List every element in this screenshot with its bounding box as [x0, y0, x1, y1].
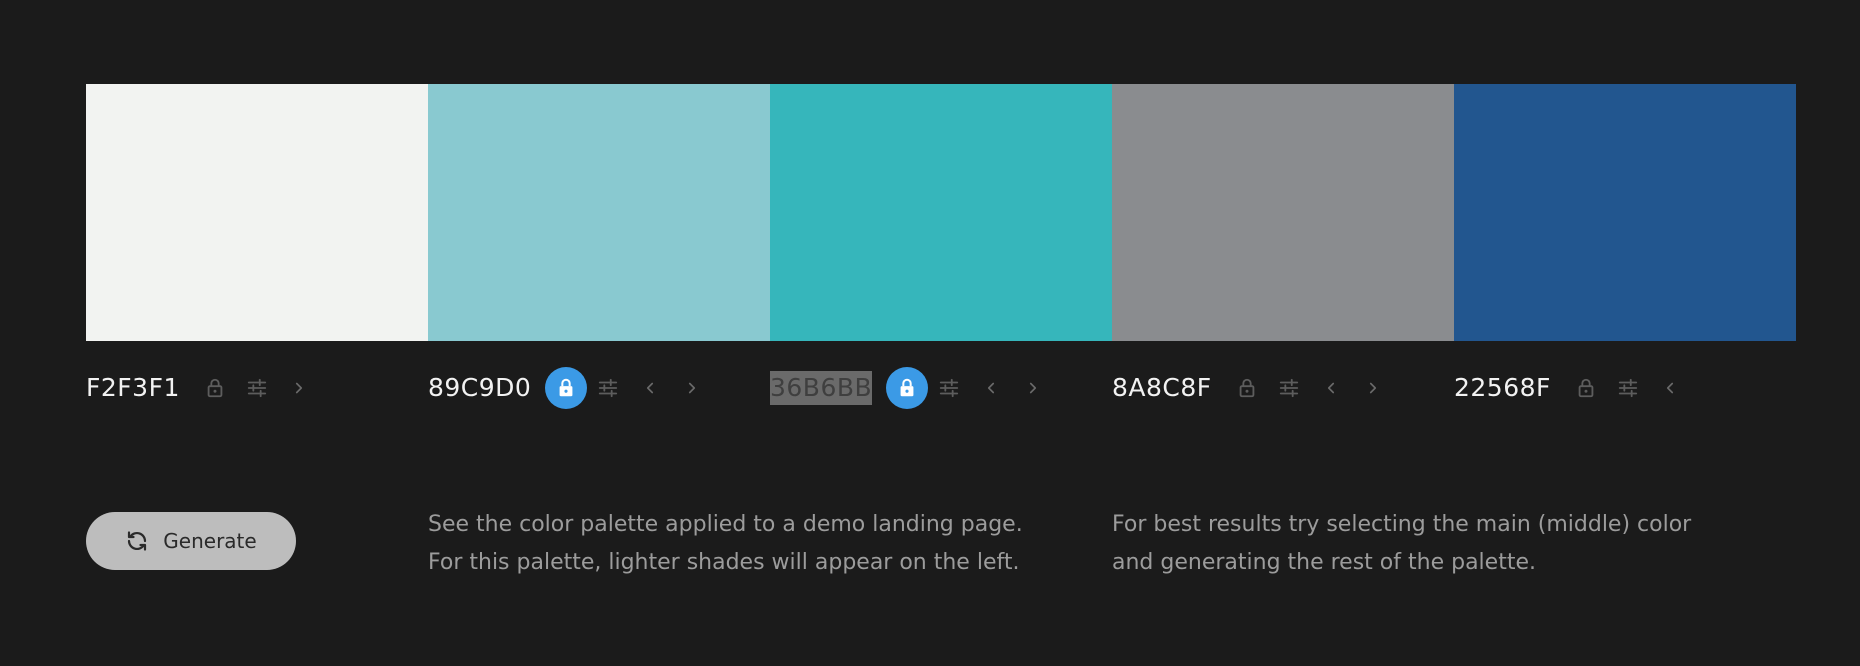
- sliders-icon: [940, 378, 959, 398]
- chevron-right-icon: [689, 382, 696, 394]
- color-controls: 22568F: [1454, 364, 1691, 412]
- lock-button[interactable]: [886, 367, 929, 409]
- color-controls: 36B6BB: [770, 364, 1054, 412]
- lock-button[interactable]: [1565, 367, 1607, 409]
- demo-info-line: See the color palette applied to a demo …: [428, 512, 1023, 537]
- move-right-button[interactable]: [278, 367, 320, 409]
- hex-value[interactable]: F2F3F1: [86, 371, 180, 405]
- move-left-button[interactable]: [629, 367, 671, 409]
- tip-info-line: For best results try selecting the main …: [1112, 512, 1692, 537]
- color-swatch[interactable]: [770, 84, 1112, 341]
- adjust-button[interactable]: [928, 367, 970, 409]
- adjust-button[interactable]: [1607, 367, 1649, 409]
- color-controls: 8A8C8F: [1112, 364, 1394, 412]
- demo-info-line: For this palette, lighter shades will ap…: [428, 550, 1020, 575]
- chevron-left-icon: [988, 382, 995, 394]
- move-right-button[interactable]: [671, 367, 713, 409]
- lock-icon: [207, 378, 223, 398]
- color-column-3: 36B6BB: [770, 84, 1112, 409]
- hex-value[interactable]: 22568F: [1454, 371, 1551, 405]
- adjust-button[interactable]: [587, 367, 629, 409]
- move-left-button[interactable]: [1310, 367, 1352, 409]
- generate-button[interactable]: Generate: [86, 512, 296, 570]
- color-swatch[interactable]: [1454, 84, 1796, 341]
- palette: F2F3F1 89C9D0 36B6BB 8A8C8F 22568F: [86, 84, 1796, 409]
- lock-button[interactable]: [545, 367, 588, 409]
- color-column-2: 89C9D0: [428, 84, 770, 409]
- color-swatch[interactable]: [1112, 84, 1454, 341]
- color-column-1: F2F3F1: [86, 84, 428, 402]
- adjust-button[interactable]: [1268, 367, 1310, 409]
- refresh-icon: [128, 531, 147, 551]
- chevron-right-icon: [295, 382, 302, 394]
- generate-label: Generate: [163, 529, 257, 553]
- move-right-button[interactable]: [1352, 367, 1394, 409]
- sliders-icon: [1618, 378, 1638, 398]
- palette-page: F2F3F1 89C9D0 36B6BB 8A8C8F 22568F Gener…: [0, 0, 1860, 666]
- color-controls: 89C9D0: [428, 364, 713, 412]
- move-left-button[interactable]: [1649, 367, 1691, 409]
- adjust-button[interactable]: [236, 367, 278, 409]
- tip-info-line: and generating the rest of the palette.: [1112, 550, 1536, 575]
- color-column-5: 22568F: [1454, 84, 1796, 402]
- lock-icon: [900, 378, 914, 397]
- sliders-icon: [1279, 378, 1298, 398]
- lock-button[interactable]: [1226, 367, 1268, 409]
- tip-info: For best results try selecting the main …: [1112, 506, 1691, 582]
- lock-button[interactable]: [194, 367, 236, 409]
- chevron-right-icon: [1369, 382, 1376, 394]
- hex-value[interactable]: 89C9D0: [428, 371, 531, 405]
- chevron-left-icon: [1666, 382, 1673, 394]
- chevron-right-icon: [1030, 382, 1037, 394]
- move-right-button[interactable]: [1012, 367, 1054, 409]
- sliders-icon: [599, 378, 618, 398]
- chevron-left-icon: [647, 382, 654, 394]
- hex-value[interactable]: 36B6BB: [770, 371, 873, 405]
- lock-icon: [1239, 378, 1254, 398]
- chevron-left-icon: [1327, 382, 1334, 394]
- color-column-4: 8A8C8F: [1112, 84, 1454, 402]
- lock-icon: [559, 378, 573, 397]
- color-swatch[interactable]: [86, 84, 428, 341]
- lock-icon: [1578, 378, 1594, 398]
- color-swatch[interactable]: [428, 84, 770, 341]
- demo-info: See the color palette applied to a demo …: [428, 506, 1023, 582]
- color-controls: F2F3F1: [86, 364, 320, 412]
- sliders-icon: [247, 378, 267, 398]
- move-left-button[interactable]: [970, 367, 1012, 409]
- hex-value[interactable]: 8A8C8F: [1112, 371, 1212, 405]
